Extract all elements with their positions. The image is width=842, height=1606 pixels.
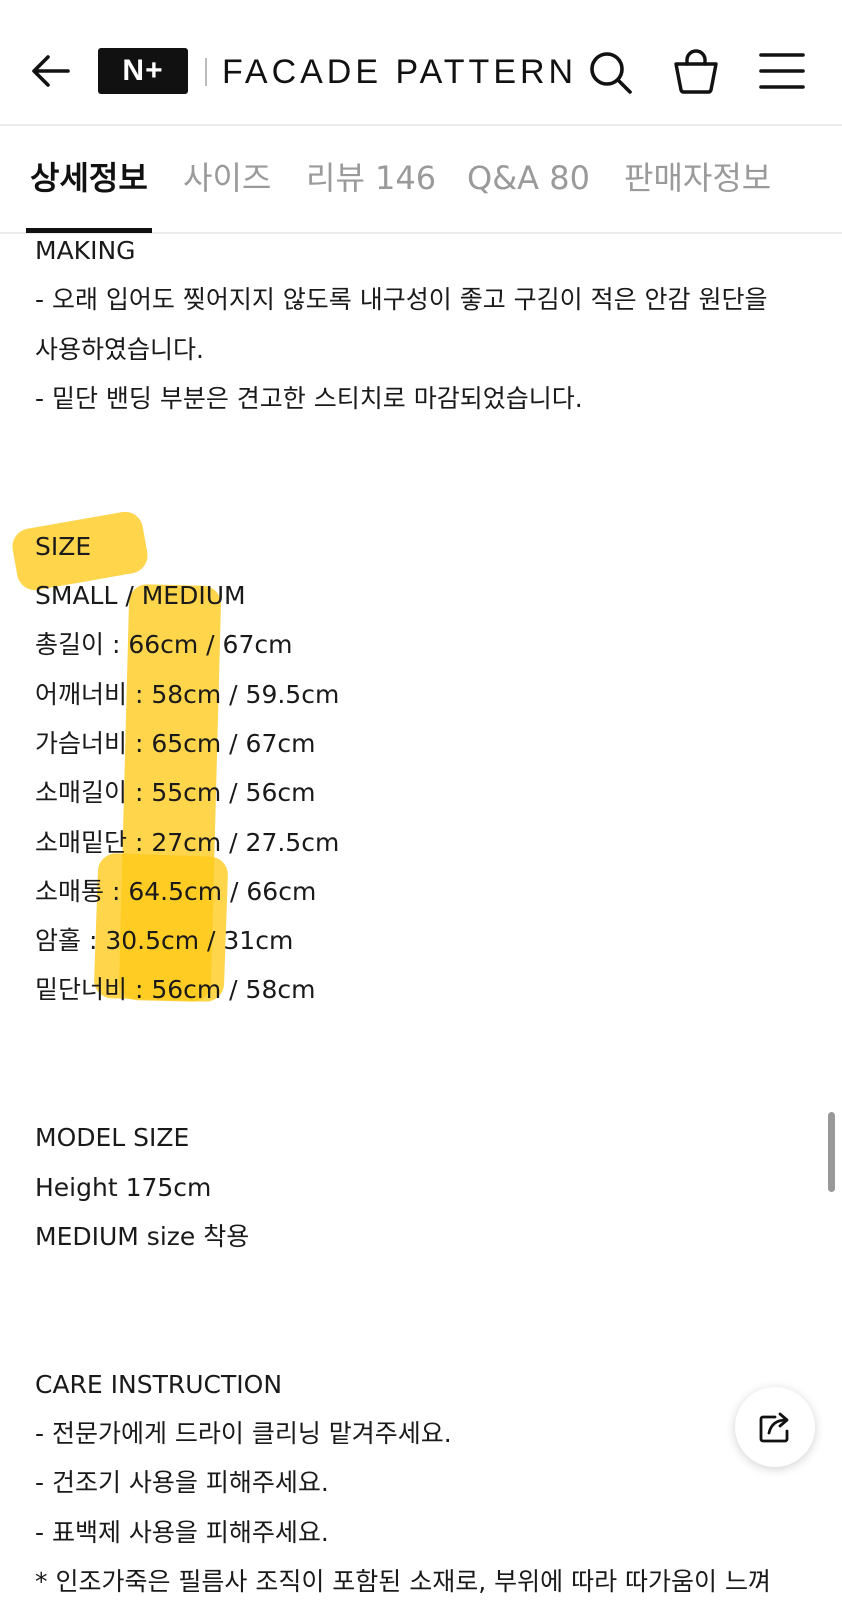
- size-row: 총길이 : 66cm / 67cm: [35, 630, 293, 660]
- arrow-left-icon: [32, 55, 70, 87]
- care-line: - 건조기 사용을 피해주세요.: [35, 1468, 329, 1498]
- section-heading-making: MAKING: [35, 236, 136, 265]
- tab-reviews[interactable]: 리뷰 146: [306, 154, 436, 202]
- care-line: - 전문가에게 드라이 클리닝 맡겨주세요.: [35, 1419, 452, 1449]
- section-heading-size: SIZE: [35, 531, 92, 561]
- size-row: 소매길이 : 55cm / 56cm: [35, 778, 316, 808]
- size-columns-label: SMALL / MEDIUM: [35, 581, 246, 611]
- share-icon: [759, 1412, 789, 1443]
- making-line: - 밑단 밴딩 부분은 견고한 스티치로 마감되었습니다.: [35, 383, 583, 413]
- tab-qna[interactable]: Q&A 80: [467, 154, 590, 202]
- shopping-bag-icon: [674, 49, 718, 94]
- care-line: - 표백제 사용을 피해주세요.: [35, 1517, 329, 1547]
- scrollbar-thumb[interactable]: [828, 1112, 835, 1192]
- top-nav-bar: N+ FACADE PATTERN: [0, 0, 842, 126]
- menu-button[interactable]: [758, 50, 806, 92]
- tab-detail-info[interactable]: 상세정보: [30, 154, 148, 202]
- size-row: 가슴너비 : 65cm / 67cm: [35, 728, 316, 758]
- section-heading-care: CARE INSTRUCTION: [35, 1369, 283, 1399]
- making-line: - 오래 입어도 찢어지지 않도록 내구성이 좋고 구김이 적은 안감 원단을: [35, 285, 768, 315]
- care-line: * 인조가죽은 필름사 조직이 포함된 소재로, 부위에 따라 따가움이 느껴: [35, 1567, 771, 1597]
- product-detail-content: MAKING - 오래 입어도 찢어지지 않도록 내구성이 좋고 구김이 적은 …: [35, 226, 815, 1606]
- shopping-bag-button[interactable]: [672, 46, 720, 96]
- size-row: 암홀 : 30.5cm / 31cm: [35, 926, 294, 956]
- tab-seller-info[interactable]: 판매자정보: [624, 154, 771, 202]
- back-button[interactable]: [28, 48, 74, 94]
- detail-tab-bar: 상세정보 사이즈 리뷰 146 Q&A 80 판매자정보: [0, 126, 842, 234]
- tab-size[interactable]: 사이즈: [183, 154, 271, 202]
- share-button[interactable]: [735, 1387, 815, 1467]
- size-row: 어깨너비 : 58cm / 59.5cm: [35, 679, 340, 709]
- section-heading-model-size: MODEL SIZE: [35, 1123, 190, 1153]
- search-icon: [590, 52, 632, 94]
- brand-name[interactable]: FACADE PATTERN: [222, 50, 577, 94]
- logo-divider: [205, 58, 207, 86]
- brand-logo-badge[interactable]: N+: [98, 48, 188, 94]
- model-size-line: Height 175cm: [35, 1172, 212, 1202]
- making-line: 사용하였습니다.: [35, 334, 204, 364]
- size-row: 소매밑단 : 27cm / 27.5cm: [35, 827, 340, 857]
- model-size-line: MEDIUM size 착용: [35, 1221, 250, 1251]
- search-button[interactable]: [586, 48, 634, 96]
- hamburger-menu-icon: [759, 53, 805, 89]
- size-row: 밑단너비 : 56cm / 58cm: [35, 975, 316, 1005]
- size-row: 소매통 : 64.5cm / 66cm: [35, 876, 317, 906]
